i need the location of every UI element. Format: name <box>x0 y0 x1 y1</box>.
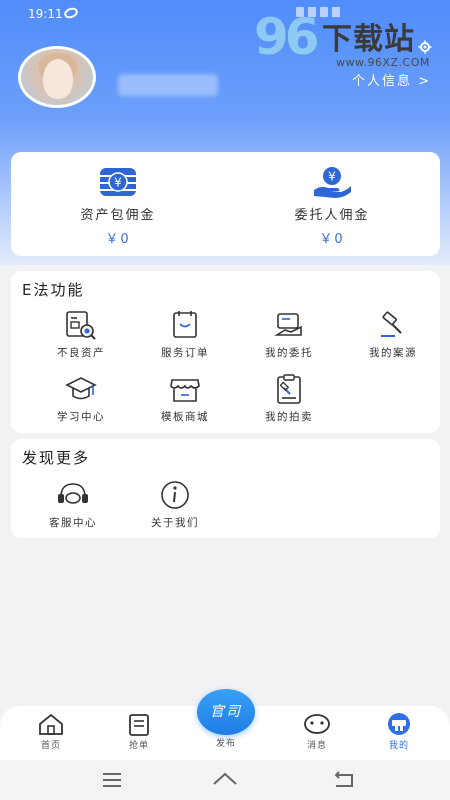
learning-center-label: 学习中心 <box>57 411 105 423</box>
my-commission-item[interactable]: 我的委托 <box>237 309 341 365</box>
e-law-functions-card: E法功能 不良资产 服务订单 我的委托 我的案源 学习中心 模板商城 我的拍卖 <box>11 271 440 433</box>
avatar[interactable] <box>18 46 96 108</box>
graduation-cap-icon <box>65 377 97 400</box>
bad-assets-icon <box>66 311 96 340</box>
discover-more-title: 发现更多 <box>22 449 91 467</box>
headset-icon <box>58 483 88 504</box>
nav-mine-label: 我的 <box>388 741 409 751</box>
my-auction-label: 我的拍卖 <box>265 411 313 423</box>
client-commission-label: 委托人佣金 <box>294 208 370 223</box>
nav-home-label: 首页 <box>40 741 61 751</box>
personal-info-link[interactable]: 个人信息 > <box>352 70 431 89</box>
asset-package-commission[interactable]: ¥ 资产包佣金 ￥0 <box>11 152 225 256</box>
my-commission-icon <box>274 313 302 336</box>
my-cases-item[interactable]: 我的案源 <box>341 309 445 365</box>
nav-home[interactable]: 首页 <box>16 712 86 758</box>
home-icon <box>39 713 63 735</box>
shop-icon <box>170 379 200 402</box>
asset-package-value: ￥0 <box>105 232 131 247</box>
asset-package-label: 资产包佣金 <box>80 208 156 223</box>
my-cases-label: 我的案源 <box>369 347 417 359</box>
my-commission-label: 我的委托 <box>265 347 313 359</box>
svg-text:¥: ¥ <box>114 176 122 190</box>
grab-order-icon <box>129 714 149 736</box>
home-system-icon[interactable] <box>205 768 245 792</box>
bad-assets-label: 不良资产 <box>57 347 105 359</box>
nav-publish-label: 发布 <box>215 739 236 749</box>
client-commission[interactable]: ¥ 委托人佣金 ￥0 <box>225 152 439 256</box>
watermark-url: www.96XZ.COM <box>336 56 430 69</box>
info-icon <box>161 481 189 509</box>
watermark-logo: 96 下载站 www.96XZ.COM <box>250 6 435 76</box>
message-icon <box>304 714 330 734</box>
nav-message-label: 消息 <box>306 741 327 751</box>
hand-coin-icon: ¥ <box>314 167 351 198</box>
nav-mine[interactable]: 我的 <box>364 712 434 758</box>
service-order-item[interactable]: 服务订单 <box>133 309 237 365</box>
template-mall-label: 模板商城 <box>161 411 209 423</box>
auction-clipboard-icon <box>277 374 301 404</box>
system-nav-bar <box>0 760 450 800</box>
functions-title: E法功能 <box>22 281 85 299</box>
template-mall-item[interactable]: 模板商城 <box>133 373 237 429</box>
username-blurred <box>118 74 218 96</box>
status-app-icon <box>62 5 80 21</box>
service-order-label: 服务订单 <box>161 347 209 359</box>
publish-lawsuit-button[interactable]: 官司 <box>197 689 255 735</box>
commission-card: ¥ 资产包佣金 ￥0 ¥ 委托人佣金 ￥0 <box>11 152 440 256</box>
discover-more-card: 发现更多 客服中心 关于我们 <box>11 439 440 538</box>
svg-text:¥: ¥ <box>328 170 336 184</box>
nav-grab-order[interactable]: 抢单 <box>104 712 174 758</box>
about-us-item[interactable]: 关于我们 <box>123 479 227 535</box>
bad-assets-item[interactable]: 不良资产 <box>29 309 133 365</box>
watermark-title: 下载站 <box>322 22 415 57</box>
gavel-icon <box>381 311 402 337</box>
about-us-label: 关于我们 <box>151 517 199 529</box>
settings-gear-icon[interactable] <box>418 40 432 54</box>
nav-grab-order-label: 抢单 <box>128 741 149 751</box>
watermark-number: 96 <box>254 8 320 66</box>
coin-stack-icon: ¥ <box>100 168 136 196</box>
back-icon[interactable] <box>324 768 364 792</box>
service-order-icon <box>173 311 197 338</box>
my-auction-item[interactable]: 我的拍卖 <box>237 373 341 429</box>
menu-icon[interactable] <box>92 768 132 792</box>
learning-center-item[interactable]: 学习中心 <box>29 373 133 429</box>
mine-icon <box>388 713 410 735</box>
client-commission-value: ￥0 <box>319 232 345 247</box>
customer-service-item[interactable]: 客服中心 <box>21 479 125 535</box>
nav-message[interactable]: 消息 <box>282 712 352 758</box>
customer-service-label: 客服中心 <box>49 517 97 529</box>
status-time: 19:11 <box>28 7 63 21</box>
